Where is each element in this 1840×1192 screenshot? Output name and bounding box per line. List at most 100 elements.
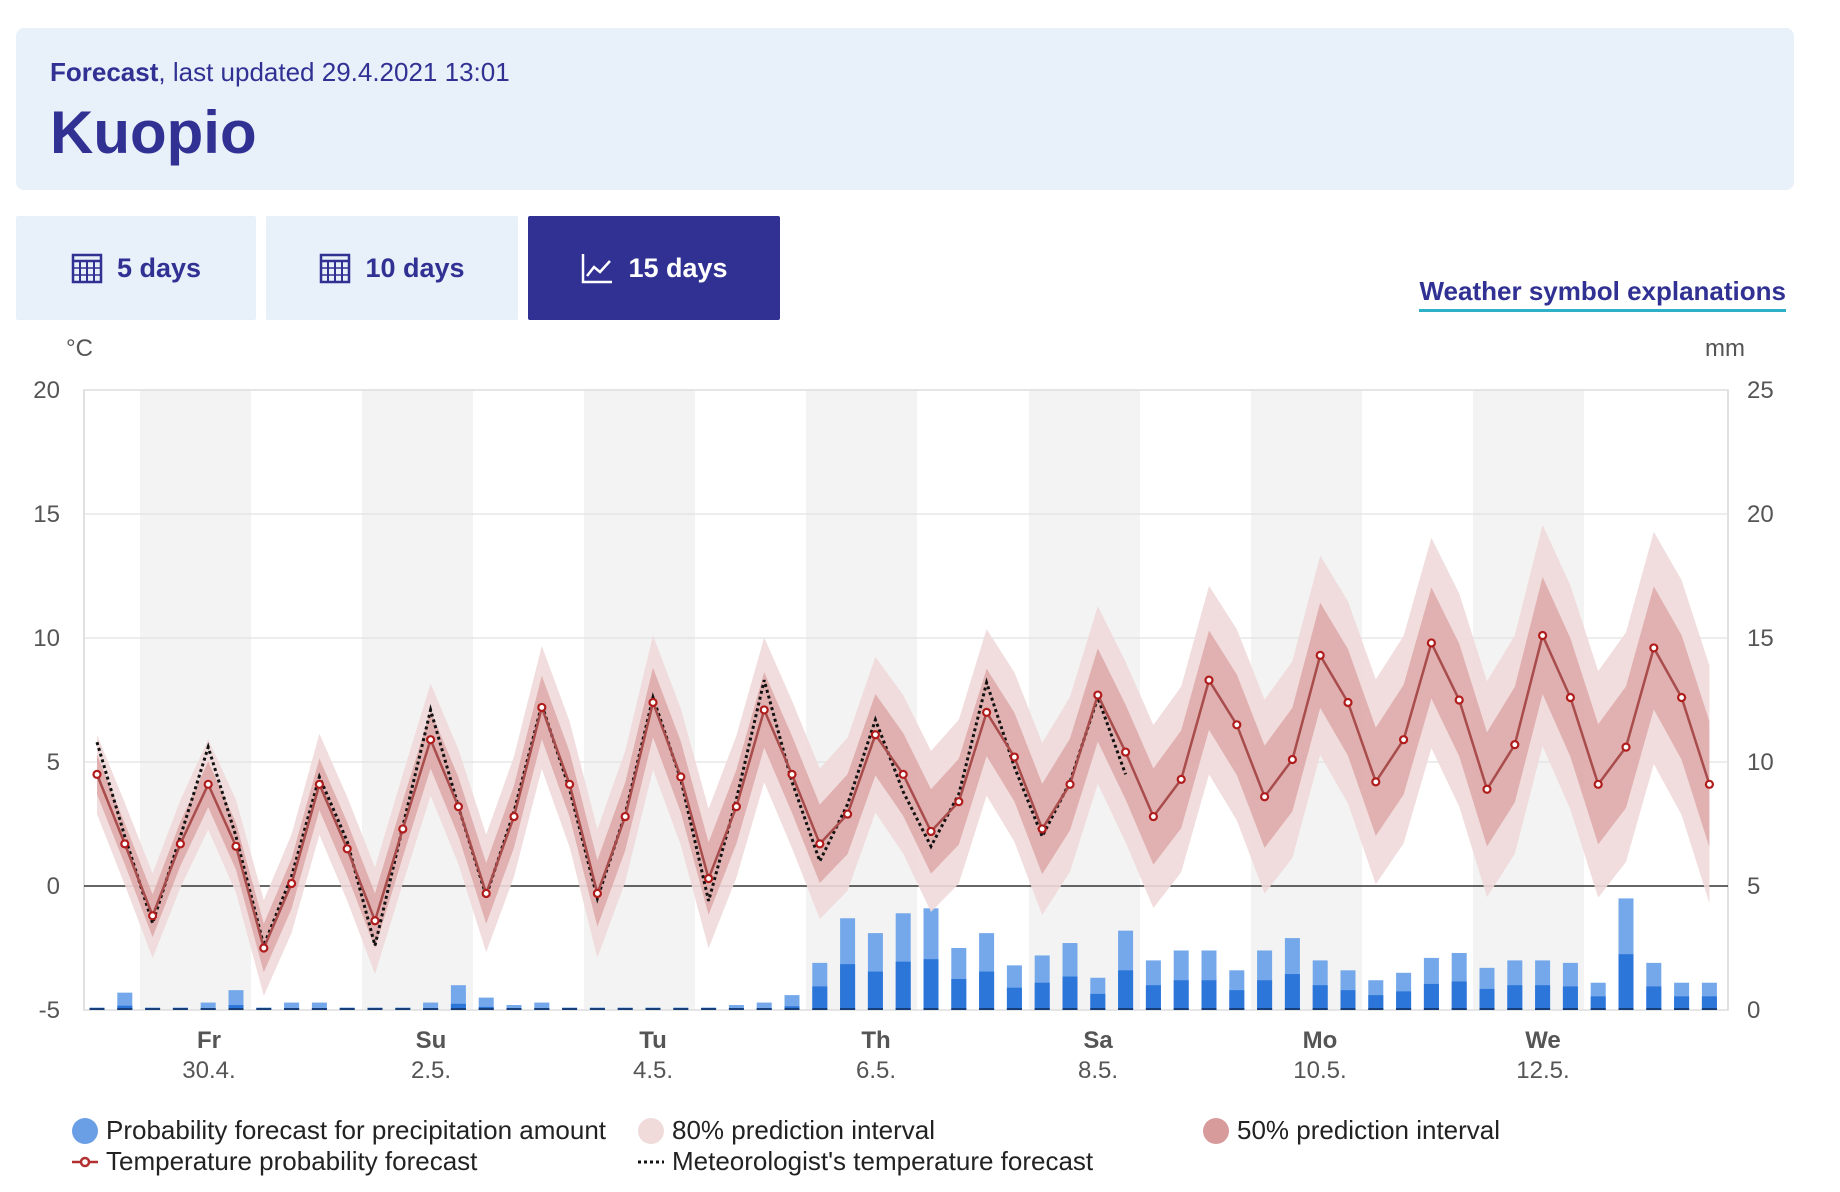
temperature-point bbox=[1704, 779, 1715, 789]
precipitation-bar-base bbox=[1145, 1008, 1161, 1010]
precipitation-bar-base bbox=[1646, 1008, 1662, 1010]
left-axis-tick-label: 0 bbox=[47, 873, 60, 900]
precipitation-bar-base bbox=[395, 1008, 411, 1010]
precipitation-bar-base bbox=[867, 1008, 883, 1010]
interval-80-dot-icon bbox=[638, 1117, 664, 1144]
forecast-chart: 20 15 10 5 0 -5 25 20 15 10 5 0 °C mm Fr 30.4. Su 2.5. Tu 4… bbox=[33, 335, 1774, 1084]
temperature-point bbox=[287, 878, 297, 889]
temperature-point bbox=[259, 943, 269, 953]
legend-label: Probability forecast for precipitation a… bbox=[106, 1115, 607, 1145]
day-date-label: 30.4. bbox=[182, 1057, 235, 1084]
precipitation-bar-base bbox=[423, 1008, 439, 1010]
temperature-point bbox=[1343, 697, 1353, 708]
precipitation-bar-median bbox=[812, 986, 828, 1010]
precipitation-bar-median bbox=[1034, 982, 1050, 1010]
temperature-point bbox=[426, 735, 436, 745]
right-axis-tick-label: 5 bbox=[1747, 873, 1760, 900]
precipitation-bar-base bbox=[562, 1008, 578, 1010]
day-name-label: Sa bbox=[1083, 1027, 1113, 1054]
temperature-point bbox=[981, 707, 992, 717]
temperature-point bbox=[1120, 747, 1131, 757]
temperature-point bbox=[92, 769, 102, 779]
precipitation-bar-base bbox=[1312, 1008, 1328, 1010]
day-date-label: 8.5. bbox=[1078, 1057, 1118, 1084]
right-axis-tick-label: 20 bbox=[1747, 501, 1774, 528]
temperature-point bbox=[842, 809, 853, 819]
right-axis-unit: mm bbox=[1705, 335, 1745, 362]
calendar-icon bbox=[319, 252, 351, 284]
tab-15-days[interactable]: 15 days bbox=[528, 216, 780, 320]
temperature-point bbox=[370, 916, 380, 926]
precipitation-bar-median bbox=[1090, 993, 1106, 1010]
temperature-point bbox=[898, 769, 908, 779]
precipitation-bar-base bbox=[784, 1008, 800, 1010]
precipitation-bar-base bbox=[1284, 1008, 1300, 1010]
interval-50-dot-icon bbox=[1203, 1117, 1229, 1144]
precipitation-bar-median bbox=[951, 979, 967, 1010]
precipitation-bar-base bbox=[923, 1008, 939, 1010]
precipitation-bar-median bbox=[895, 961, 911, 1010]
precipitation-bar-base bbox=[728, 1008, 744, 1010]
temperature-point bbox=[592, 888, 603, 899]
day-name-label: Th bbox=[861, 1027, 890, 1054]
temperature-point bbox=[1649, 643, 1659, 653]
chart-legend: Probability forecast for precipitation a… bbox=[0, 1110, 1840, 1190]
left-axis-tick-label: 20 bbox=[33, 377, 60, 404]
tab-10-days[interactable]: 10 days bbox=[266, 216, 518, 320]
line-dot-icon bbox=[72, 1156, 98, 1167]
precipitation-bar-base bbox=[1062, 1008, 1078, 1010]
tab-label: 15 days bbox=[628, 252, 728, 283]
temperature-point bbox=[1398, 735, 1409, 745]
temperature-point bbox=[870, 730, 881, 740]
precipitation-bar-base bbox=[1451, 1008, 1467, 1010]
legend-label: 50% prediction interval bbox=[1237, 1115, 1501, 1145]
temperature-point bbox=[1065, 779, 1075, 789]
precipitation-bar-median bbox=[1590, 996, 1606, 1010]
temperature-point bbox=[537, 702, 547, 713]
precipitation-bar-median bbox=[1423, 983, 1439, 1010]
day-date-label: 10.5. bbox=[1293, 1057, 1346, 1084]
tab-5-days[interactable]: 5 days bbox=[16, 216, 256, 320]
precipitation-bar-base bbox=[1590, 1008, 1606, 1010]
temperature-point bbox=[1537, 630, 1548, 641]
precipitation-bar-base bbox=[1340, 1008, 1356, 1010]
temperature-point bbox=[453, 802, 463, 812]
precipitation-dot-icon bbox=[72, 1117, 98, 1144]
precipitation-bar-median bbox=[867, 971, 883, 1010]
weather-symbol-explanations-link[interactable]: Weather symbol explanations bbox=[1419, 276, 1786, 312]
precipitation-bar-base bbox=[1118, 1008, 1134, 1010]
temperature-point bbox=[175, 839, 185, 849]
temperature-point bbox=[314, 779, 324, 789]
temperature-point bbox=[120, 839, 130, 849]
day-date-label: 2.5. bbox=[411, 1057, 451, 1084]
temperature-point bbox=[342, 844, 352, 854]
legend-label: 80% prediction interval bbox=[672, 1115, 936, 1145]
precipitation-bar-base bbox=[367, 1008, 383, 1010]
temperature-point bbox=[203, 779, 213, 789]
left-axis-tick-label: 15 bbox=[33, 501, 60, 528]
precipitation-bar-base bbox=[478, 1008, 494, 1010]
temperature-point bbox=[1593, 779, 1603, 789]
precipitation-bar-base bbox=[534, 1008, 550, 1010]
precipitation-bar-median bbox=[1618, 954, 1634, 1010]
right-axis-tick-label: 15 bbox=[1747, 625, 1774, 652]
precipitation-bar-base bbox=[840, 1008, 856, 1010]
temperature-point bbox=[815, 839, 825, 849]
precipitation-bar-median bbox=[1479, 988, 1495, 1010]
legend-50-interval: 50% prediction interval bbox=[1203, 1115, 1500, 1146]
temperature-point bbox=[1259, 792, 1270, 802]
left-axis-unit: °C bbox=[66, 335, 93, 362]
temperature-point bbox=[1232, 720, 1242, 730]
line-chart-icon bbox=[580, 252, 614, 284]
precipitation-bar-base bbox=[200, 1008, 216, 1010]
temperature-point bbox=[1009, 752, 1020, 762]
temperature-point bbox=[731, 802, 742, 812]
precipitation-bar-base bbox=[617, 1008, 633, 1010]
precipitation-bar-base bbox=[1090, 1008, 1106, 1010]
precipitation-bar-median bbox=[1562, 986, 1578, 1010]
last-updated-text: , last updated 29.4.2021 13:01 bbox=[158, 57, 510, 87]
temperature-point bbox=[1454, 695, 1464, 705]
day-name-label: Fr bbox=[197, 1027, 221, 1054]
precipitation-bar-base bbox=[228, 1008, 244, 1010]
legend-meteorologist: Meteorologist's temperature forecast bbox=[638, 1146, 1093, 1177]
